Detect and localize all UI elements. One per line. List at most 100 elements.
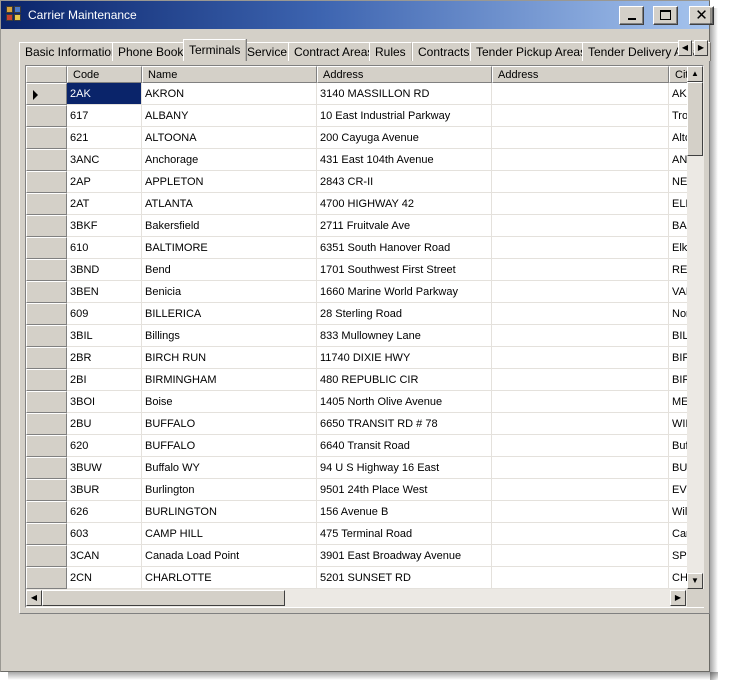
cell-code[interactable]: 2AK: [67, 83, 142, 105]
column-header-city[interactable]: City: [669, 66, 687, 83]
cell-address-2[interactable]: [492, 281, 669, 303]
cell-name[interactable]: CHARLOTTE: [142, 567, 317, 589]
cell-city[interactable]: ANCHORAGE: [669, 149, 687, 171]
cell-address[interactable]: 9501 24th Place West: [317, 479, 492, 501]
cell-name[interactable]: Canada Load Point: [142, 545, 317, 567]
cell-address[interactable]: 6640 Transit Road: [317, 435, 492, 457]
cell-city[interactable]: Elkridge: [669, 237, 687, 259]
row-header[interactable]: [26, 347, 67, 369]
tab-scroll-left-button[interactable]: ◀: [678, 40, 692, 56]
cell-name[interactable]: Anchorage: [142, 149, 317, 171]
cell-address[interactable]: 200 Cayuga Avenue: [317, 127, 492, 149]
cell-city[interactable]: BIRMINGHAM: [669, 369, 687, 391]
vertical-scroll-thumb[interactable]: [687, 82, 703, 156]
cell-city[interactable]: SPOKANE: [669, 545, 687, 567]
cell-address[interactable]: 3901 East Broadway Avenue: [317, 545, 492, 567]
cell-code[interactable]: 603: [67, 523, 142, 545]
cell-code[interactable]: 3BND: [67, 259, 142, 281]
cell-city[interactable]: NEENAH: [669, 171, 687, 193]
cell-address-2[interactable]: [492, 105, 669, 127]
table-row[interactable]: 617ALBANY10 East Industrial Parkway Troy: [26, 105, 687, 127]
table-row[interactable]: 3BOIBoise1405 North Olive Avenue MERIDIAN: [26, 391, 687, 413]
cell-name[interactable]: BUFFALO: [142, 435, 317, 457]
cell-name[interactable]: Benicia: [142, 281, 317, 303]
cell-name[interactable]: CAMP HILL: [142, 523, 317, 545]
row-header[interactable]: [26, 193, 67, 215]
row-header[interactable]: [26, 83, 67, 105]
column-header-address[interactable]: Address: [317, 66, 492, 83]
cell-address-2[interactable]: [492, 545, 669, 567]
cell-code[interactable]: 3BOI: [67, 391, 142, 413]
cell-address[interactable]: 156 Avenue B: [317, 501, 492, 523]
table-row[interactable]: 2AKAKRON3140 MASSILLON RDAKRON: [26, 83, 687, 105]
cell-address[interactable]: 1701 Southwest First Street: [317, 259, 492, 281]
table-row[interactable]: 3CAN Canada Load Point 3901 East Broadway …: [26, 545, 687, 567]
vertical-scrollbar[interactable]: ▲ ▼: [687, 66, 704, 589]
cell-address-2[interactable]: [492, 303, 669, 325]
cell-address-2[interactable]: [492, 83, 669, 105]
table-row[interactable]: 3BILBillings833 Mullowney Lane BILLINGS: [26, 325, 687, 347]
scroll-down-button[interactable]: ▼: [687, 573, 703, 589]
row-header[interactable]: [26, 435, 67, 457]
cell-city[interactable]: ELLENWOOD: [669, 193, 687, 215]
cell-city[interactable]: Altoona: [669, 127, 687, 149]
cell-code[interactable]: 2AP: [67, 171, 142, 193]
cell-address-2[interactable]: [492, 237, 669, 259]
cell-address[interactable]: 6650 TRANSIT RD # 78: [317, 413, 492, 435]
cell-code[interactable]: 2CN: [67, 567, 142, 589]
cell-name[interactable]: BILLERICA: [142, 303, 317, 325]
cell-address-2[interactable]: [492, 149, 669, 171]
cell-name[interactable]: BIRMINGHAM: [142, 369, 317, 391]
cell-address-2[interactable]: [492, 567, 669, 589]
cell-address-2[interactable]: [492, 391, 669, 413]
tab-phone-book[interactable]: Phone Book: [112, 42, 190, 61]
table-row[interactable]: 3BKFBakersfield2711 Fruitvale Ave BAKERSF…: [26, 215, 687, 237]
cell-address[interactable]: 1660 Marine World Parkway: [317, 281, 492, 303]
table-row[interactable]: 620BUFFALO6640 Transit Road Buffalo: [26, 435, 687, 457]
cell-code[interactable]: 2AT: [67, 193, 142, 215]
cell-code[interactable]: 621: [67, 127, 142, 149]
cell-address[interactable]: 1405 North Olive Avenue: [317, 391, 492, 413]
cell-code[interactable]: 3BIL: [67, 325, 142, 347]
table-row[interactable]: 2BIBIRMINGHAM480 REPUBLIC CIRBIRMINGHAM: [26, 369, 687, 391]
cell-code[interactable]: 2BU: [67, 413, 142, 435]
cell-city[interactable]: Camp Hill: [669, 523, 687, 545]
row-header[interactable]: [26, 171, 67, 193]
minimize-button[interactable]: [619, 6, 644, 25]
cell-address-2[interactable]: [492, 369, 669, 391]
cell-address[interactable]: 475 Terminal Road: [317, 523, 492, 545]
column-header-name[interactable]: Name: [142, 66, 317, 83]
row-header[interactable]: [26, 391, 67, 413]
terminals-grid[interactable]: Code Name Address Address City 2AKAKRON3…: [25, 65, 704, 608]
cell-address[interactable]: 2711 Fruitvale Ave: [317, 215, 492, 237]
cell-city[interactable]: BIRCH RUN: [669, 347, 687, 369]
cell-code[interactable]: 3BUR: [67, 479, 142, 501]
table-row[interactable]: 2APAPPLETON2843 CR-II NEENAH: [26, 171, 687, 193]
table-row[interactable]: 2ATATLANTA4700 HIGHWAY 42 ELLENWOOD: [26, 193, 687, 215]
table-row[interactable]: 609BILLERICA28 Sterling Road North Biller…: [26, 303, 687, 325]
table-row[interactable]: 626BURLINGTON156 Avenue B Williston: [26, 501, 687, 523]
cell-address-2[interactable]: [492, 127, 669, 149]
cell-address-2[interactable]: [492, 523, 669, 545]
cell-name[interactable]: Burlington: [142, 479, 317, 501]
row-header[interactable]: [26, 567, 67, 589]
cell-address[interactable]: 4700 HIGHWAY 42: [317, 193, 492, 215]
cell-code[interactable]: 617: [67, 105, 142, 127]
tab-contracts[interactable]: Contracts: [412, 42, 476, 61]
cell-code[interactable]: 620: [67, 435, 142, 457]
cell-name[interactable]: Billings: [142, 325, 317, 347]
cell-city[interactable]: AKRON: [669, 83, 687, 105]
column-header-address-2[interactable]: Address: [492, 66, 669, 83]
cell-city[interactable]: MERIDIAN: [669, 391, 687, 413]
row-header[interactable]: [26, 479, 67, 501]
table-row[interactable]: 603CAMP HILL475 Terminal Road Camp Hill: [26, 523, 687, 545]
cell-address-2[interactable]: [492, 215, 669, 237]
cell-name[interactable]: Boise: [142, 391, 317, 413]
cell-city[interactable]: EVERETT: [669, 479, 687, 501]
cell-address[interactable]: 3140 MASSILLON RD: [317, 83, 492, 105]
maximize-button[interactable]: [653, 6, 678, 25]
cell-address-2[interactable]: [492, 413, 669, 435]
cell-city[interactable]: BILLINGS: [669, 325, 687, 347]
cell-city[interactable]: REDMOND: [669, 259, 687, 281]
cell-address[interactable]: 480 REPUBLIC CIR: [317, 369, 492, 391]
